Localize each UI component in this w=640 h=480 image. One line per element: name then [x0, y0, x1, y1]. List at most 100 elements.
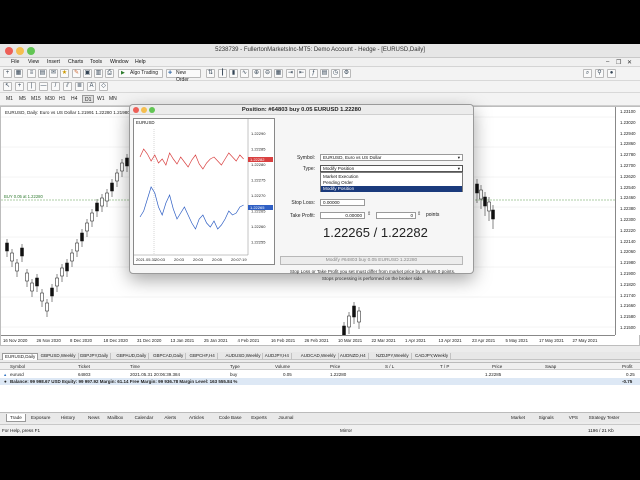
data-window-icon[interactable]: ▤: [38, 69, 47, 78]
trendline-icon[interactable]: /: [51, 82, 60, 91]
shapes-icon[interactable]: ◇: [99, 82, 108, 91]
crosshair-icon[interactable]: +: [15, 82, 24, 91]
periods-icon[interactable]: ◷: [331, 69, 340, 78]
timeframe-m15[interactable]: M15: [29, 95, 43, 103]
line-chart-icon[interactable]: ∿: [240, 69, 249, 78]
account-icon[interactable]: ●: [607, 69, 616, 78]
fibonacci-icon[interactable]: ≣: [75, 82, 84, 91]
bar-chart-icon[interactable]: ┃: [218, 69, 227, 78]
chart-properties-icon[interactable]: ⚙: [342, 69, 351, 78]
chart-tab[interactable]: AUDJPY,H4: [263, 353, 292, 360]
print-icon[interactable]: ⎙: [105, 69, 114, 78]
points-stepper-icon[interactable]: ⇕: [417, 211, 421, 217]
menu-file[interactable]: File: [11, 59, 19, 65]
chart-tab[interactable]: GBPUSD,Weekly: [39, 353, 79, 360]
strategy-tester-icon[interactable]: ★: [60, 69, 69, 78]
notifications-icon[interactable]: ⚲: [595, 69, 604, 78]
candlestick-icon[interactable]: ▮: [229, 69, 238, 78]
timeframe-m1[interactable]: M1: [4, 95, 15, 103]
stop-loss-input[interactable]: 0.00000: [320, 199, 365, 206]
chart-tab[interactable]: AUDUSD,Weekly: [224, 353, 264, 360]
candle: [30, 279, 34, 297]
chart-tab[interactable]: CADJPY,Weekly: [413, 353, 452, 360]
timeframe-mn[interactable]: MN: [107, 95, 119, 103]
take-profit-input[interactable]: 0.00000: [320, 212, 365, 219]
timeframe-m5[interactable]: M5: [17, 95, 28, 103]
take-profit-stepper-icon[interactable]: ⇕: [367, 211, 371, 217]
chart-tab[interactable]: GBPAUD,Daily: [114, 353, 150, 360]
chart-tab[interactable]: GBPCHF,H4: [188, 353, 218, 360]
restore-icon[interactable]: ❐: [616, 59, 621, 66]
menu-window[interactable]: Window: [110, 59, 128, 65]
bid-ask-display: 1.22265 / 1.22282: [323, 225, 428, 240]
chart-tab[interactable]: AUDNZD,H4: [338, 353, 369, 360]
algo-trading-button[interactable]: ▶ Algo Trading: [118, 69, 163, 78]
chart-tab[interactable]: AUDCAD,Weekly: [299, 353, 339, 360]
terminal-tabs: Trade Exposure History News Mailbox Calendar A…: [0, 412, 640, 422]
timeframe-h1[interactable]: H1: [57, 95, 67, 103]
ask-tick-line: [139, 148, 244, 170]
vertical-line-icon[interactable]: |: [27, 82, 36, 91]
menu-tools[interactable]: Tools: [90, 59, 102, 65]
minimize-icon[interactable]: –: [606, 59, 609, 65]
timeframe-h4[interactable]: H4: [69, 95, 79, 103]
zoom-out-icon[interactable]: ⊖: [263, 69, 272, 78]
templates-icon[interactable]: ▤: [320, 69, 329, 78]
type-select[interactable]: Modify Position ▾: [320, 165, 463, 172]
cursor-icon[interactable]: ↖: [3, 82, 12, 91]
terminal-tab[interactable]: Code Base: [216, 414, 245, 422]
chart-tab[interactable]: EURUSD,Daily: [2, 353, 39, 360]
points-input[interactable]: 0: [376, 212, 416, 219]
terminal-tab-right[interactable]: VPS: [566, 414, 581, 422]
market-watch-icon[interactable]: ≡: [27, 69, 36, 78]
indicators-icon[interactable]: ƒ: [309, 69, 318, 78]
terminal-tab-right[interactable]: Market: [508, 414, 528, 422]
close-icon[interactable]: ✕: [627, 59, 632, 66]
terminal-tab[interactable]: Trade: [6, 414, 26, 422]
menu-help[interactable]: Help: [135, 59, 146, 65]
terminal-tab[interactable]: Articles: [186, 414, 207, 422]
chart-shift-icon[interactable]: ⇤: [297, 69, 306, 78]
tile-windows-icon[interactable]: ▦: [274, 69, 283, 78]
new-chart-icon[interactable]: +: [3, 69, 12, 78]
tick-time-label: 20:03: [193, 257, 204, 262]
terminal-tab[interactable]: Exposure: [28, 414, 53, 422]
terminal-tab[interactable]: Journal: [275, 414, 296, 422]
terminal-tab[interactable]: Alerts: [161, 414, 179, 422]
price-axis-label: 1.23100: [620, 109, 636, 114]
terminal-icon[interactable]: ▥: [94, 69, 103, 78]
menu-view[interactable]: View: [28, 59, 39, 65]
zoom-in-icon[interactable]: ⊕: [252, 69, 261, 78]
navigator-icon[interactable]: ✉: [49, 69, 58, 78]
one-click-trading-icon[interactable]: ⇅: [206, 69, 215, 78]
terminal-tab-right[interactable]: Signals: [536, 414, 557, 422]
terminal-tab[interactable]: Calendar: [132, 414, 157, 422]
terminal-tab[interactable]: Mailbox: [104, 414, 126, 422]
stop-loss-value: 0.00000: [323, 200, 340, 205]
timeframe-m30[interactable]: M30: [43, 95, 57, 103]
symbol-select[interactable]: EURUSD, Euro vs US Dollar ▾: [320, 154, 463, 161]
new-order-button[interactable]: ✚ New Order: [166, 69, 201, 83]
chart-tab[interactable]: GBPCAD,Daily: [151, 353, 187, 360]
editor-icon[interactable]: ✎: [72, 69, 81, 78]
modify-position-button[interactable]: Modify #64803 buy 0.05 EURUSD 1.22280: [280, 256, 463, 265]
table-row[interactable]: ▴ eurusd 64803 2021.05.31 20:06:39.384 b…: [0, 371, 640, 378]
type-option-modify-position[interactable]: Modify Position: [321, 186, 462, 192]
terminal-tab[interactable]: History: [58, 414, 78, 422]
text-icon[interactable]: A: [87, 82, 96, 91]
chart-tab[interactable]: NZDJPY,Weekly: [374, 353, 412, 360]
menu-insert[interactable]: Insert: [47, 59, 60, 65]
chart-tab[interactable]: GBPJPY,Daily: [78, 353, 112, 360]
timeframe-d1[interactable]: D1: [82, 95, 95, 103]
autoscroll-icon[interactable]: ⇥: [286, 69, 295, 78]
menu-charts[interactable]: Charts: [68, 59, 83, 65]
terminal-tab[interactable]: News: [85, 414, 103, 422]
search-icon[interactable]: ⌕: [583, 69, 592, 78]
horizontal-line-icon[interactable]: —: [39, 82, 48, 91]
terminal-tab-right[interactable]: Strategy Tester: [586, 414, 623, 422]
terminal-tab[interactable]: Experts: [248, 414, 270, 422]
toolbox-icon[interactable]: ▣: [83, 69, 92, 78]
timeframe-w1[interactable]: W1: [95, 95, 107, 103]
profiles-icon[interactable]: ▦: [14, 69, 23, 78]
channel-icon[interactable]: ⫽: [63, 82, 72, 91]
